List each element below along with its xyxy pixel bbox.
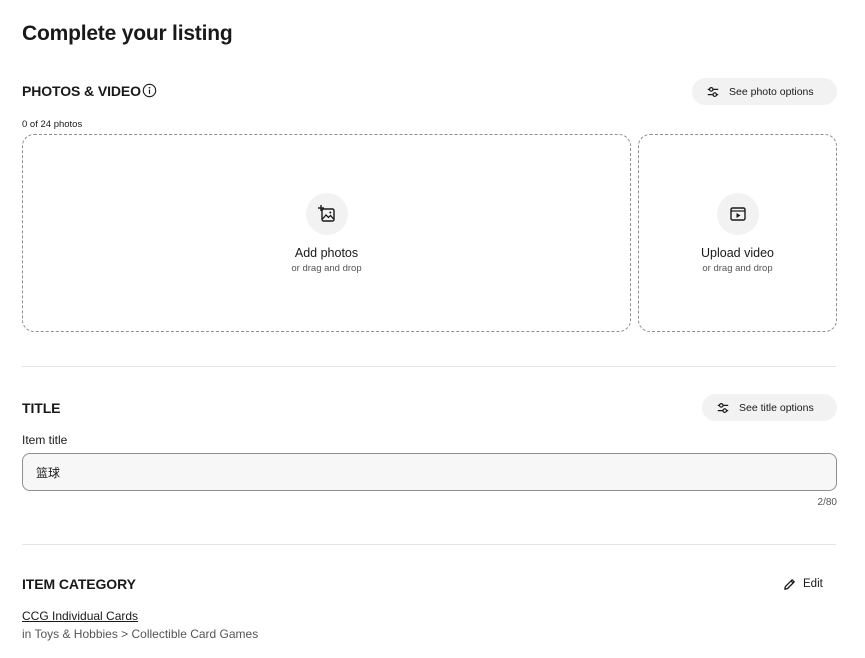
sliders-icon <box>717 402 729 413</box>
title-section-heading: TITLE <box>22 400 61 416</box>
pencil-icon <box>784 578 795 590</box>
video-icon-circle <box>716 192 759 235</box>
section-divider <box>22 366 836 367</box>
see-title-options-label: See title options <box>739 401 814 414</box>
add-photo-icon <box>317 204 335 222</box>
see-photo-options-label: See photo options <box>729 85 814 98</box>
see-title-options-button[interactable]: See title options <box>702 394 837 421</box>
upload-video-label: Upload video <box>701 245 774 260</box>
add-photos-sublabel: or drag and drop <box>291 262 362 274</box>
category-path: in Toys & Hobbies > Collectible Card Gam… <box>22 627 259 641</box>
upload-video-sublabel: or drag and drop <box>702 262 773 274</box>
photo-count: 0 of 24 photos <box>22 119 83 130</box>
upload-video-dropzone[interactable]: Upload video or drag and drop <box>638 134 837 332</box>
add-photos-dropzone[interactable]: Add photos or drag and drop <box>22 134 631 332</box>
item-title-label: Item title <box>22 433 68 447</box>
edit-category-button[interactable]: Edit <box>782 575 823 593</box>
sliders-icon <box>707 86 719 97</box>
section-divider <box>22 544 836 545</box>
info-icon[interactable] <box>142 83 157 98</box>
category-section-heading: ITEM CATEGORY <box>22 576 136 592</box>
video-icon <box>729 206 746 221</box>
title-char-count: 2/80 <box>817 497 837 508</box>
add-photo-icon-circle <box>305 192 348 235</box>
listing-page: Complete your listing PHOTOS & VIDEO See… <box>0 0 865 658</box>
item-title-input[interactable] <box>22 453 837 491</box>
edit-category-label: Edit <box>803 578 823 590</box>
category-name-link[interactable]: CCG Individual Cards <box>22 609 138 623</box>
see-photo-options-button[interactable]: See photo options <box>692 78 837 105</box>
photos-section-heading: PHOTOS & VIDEO <box>22 83 141 99</box>
add-photos-label: Add photos <box>294 245 359 260</box>
page-title: Complete your listing <box>22 22 233 45</box>
